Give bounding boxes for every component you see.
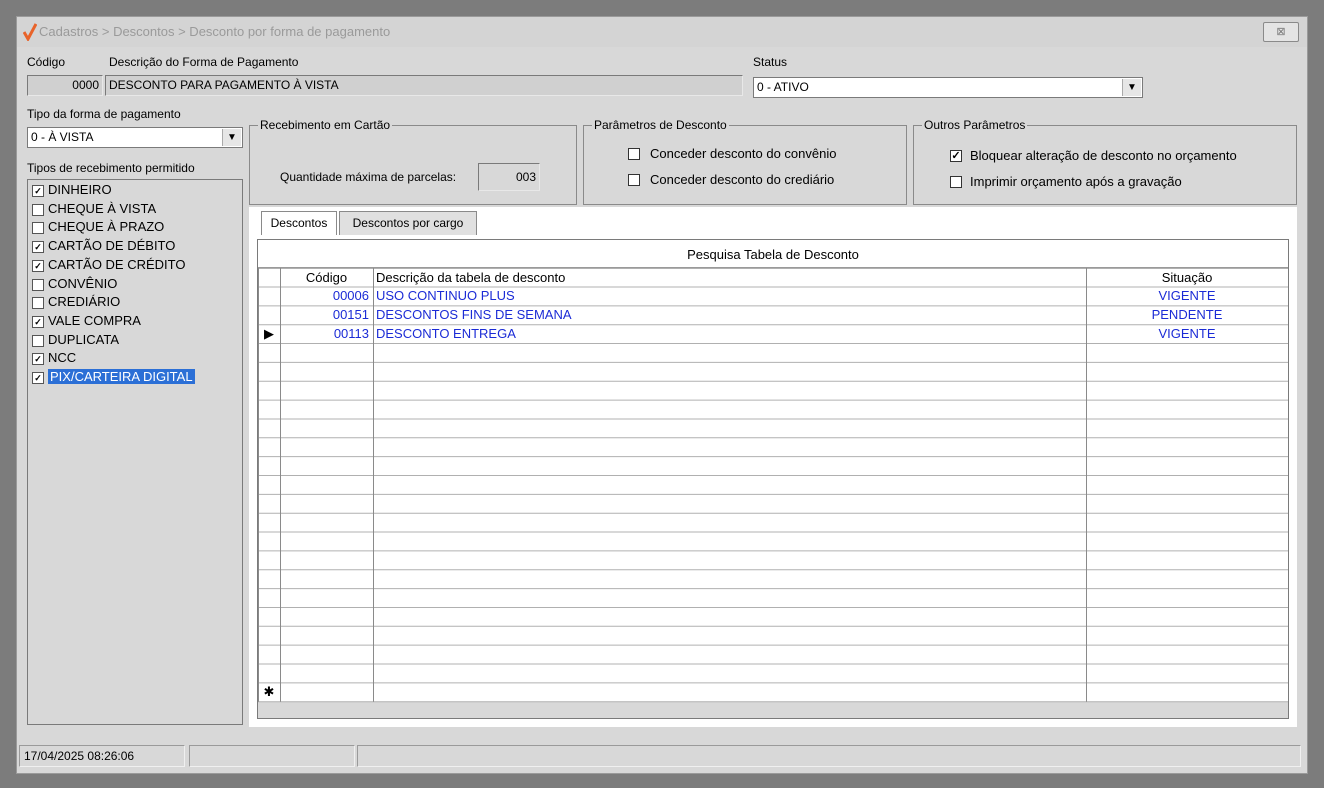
status-datetime: 17/04/2025 08:26:06	[19, 745, 185, 767]
breadcrumb: Cadastros > Descontos > Desconto por for…	[39, 24, 391, 39]
convenio-discount-checkbox[interactable]	[628, 148, 640, 160]
crediario-discount-checkbox[interactable]	[628, 174, 640, 186]
receipt-type-label: CONVÊNIO	[48, 275, 118, 291]
print-budget-label: Imprimir orçamento após a gravação	[970, 174, 1182, 189]
receipt-type-checkbox[interactable]	[32, 278, 44, 291]
close-button[interactable]: ⊠	[1263, 22, 1299, 42]
discount-params-group: Parâmetros de Desconto Conceder desconto…	[583, 118, 907, 205]
table-cell-situacao: VIGENTE	[1158, 325, 1216, 341]
descricao-field[interactable]: DESCONTO PARA PAGAMENTO À VISTA	[105, 75, 743, 96]
receipt-type-item[interactable]: ✓ CARTÃO DE DÉBITO	[30, 237, 240, 255]
receipt-type-checkbox[interactable]: ✓	[32, 372, 44, 384]
receipt-type-label: CREDIÁRIO	[48, 294, 121, 310]
status-panel-2	[189, 745, 355, 767]
table-cell-situacao: VIGENTE	[1158, 288, 1216, 303]
payment-type-label: Tipo da forma de pagamento	[27, 107, 181, 121]
new-row-indicator-icon: ✱	[263, 683, 275, 699]
codigo-label: Código	[27, 55, 66, 69]
title-bar: Cadastros > Descontos > Desconto por for…	[17, 17, 1307, 47]
receipt-type-label: DUPLICATA	[48, 331, 120, 347]
main-window: Cadastros > Descontos > Desconto por for…	[16, 16, 1308, 774]
chevron-down-icon[interactable]: ▼	[1122, 79, 1141, 96]
receipt-type-label: DINHEIRO	[48, 182, 112, 197]
receipt-type-checkbox[interactable]: ✓	[32, 353, 44, 366]
table-cell-descricao: USO CONTINUO PLUS	[376, 288, 515, 303]
receipt-type-item[interactable]: ✓ NCC	[30, 349, 240, 367]
discount-params-title: Parâmetros de Desconto	[592, 118, 729, 132]
current-row-indicator-icon: ▶	[264, 325, 274, 341]
receipt-type-item[interactable]: CHEQUE À VISTA	[30, 200, 240, 218]
table-cell-descricao: DESCONTOS FINS DE SEMANA	[376, 306, 572, 322]
status-select[interactable]: 0 - ATIVO ▼	[753, 77, 1143, 98]
discount-table-grid[interactable]: Pesquisa Tabela de Desconto Código Descri…	[257, 239, 1289, 719]
status-label: Status	[753, 55, 788, 69]
receipt-type-item[interactable]: ✓ VALE COMPRA	[30, 312, 240, 330]
receipt-type-label: PIX/CARTEIRA DIGITAL	[48, 369, 195, 384]
receipt-type-item[interactable]: CHEQUE À PRAZO	[30, 218, 240, 236]
payment-type-value: 0 - À VISTA	[31, 130, 94, 144]
receipt-type-checkbox[interactable]: ✓	[32, 185, 44, 197]
card-group: Recebimento em Cartão Quantidade máxima …	[249, 118, 577, 205]
descricao-label: Descrição do Forma de Pagamento	[109, 55, 299, 69]
tab-descontos[interactable]: Descontos	[261, 211, 337, 235]
max-installments-field[interactable]: 003	[478, 163, 540, 191]
receipt-type-checkbox[interactable]: ✓	[32, 259, 44, 272]
receipt-types-label: Tipos de recebimento permitido	[27, 161, 195, 175]
receipt-type-label: CHEQUE À VISTA	[48, 200, 157, 216]
receipt-type-checkbox[interactable]	[32, 334, 44, 347]
receipt-type-label: CHEQUE À PRAZO	[48, 219, 165, 235]
grid-title: Pesquisa Tabela de Desconto	[258, 240, 1288, 268]
chevron-down-icon[interactable]: ▼	[222, 129, 241, 146]
receipt-type-checkbox[interactable]	[32, 222, 44, 235]
table-cell-codigo: 00006	[332, 288, 369, 303]
block-discount-change-label: Bloquear alteração de desconto no orçame…	[970, 148, 1237, 163]
receipt-type-label: CARTÃO DE CRÉDITO	[48, 256, 186, 272]
column-header-situacao: Situação	[1161, 270, 1213, 285]
table-cell-codigo: 00151	[332, 306, 369, 322]
table-cell-descricao: DESCONTO ENTREGA	[376, 325, 516, 341]
other-params-title: Outros Parâmetros	[922, 118, 1028, 132]
receipt-type-label: NCC	[48, 350, 77, 366]
other-params-group: Outros Parâmetros ✓ Bloquear alteração d…	[913, 118, 1297, 205]
convenio-discount-label: Conceder desconto do convênio	[650, 146, 837, 161]
print-budget-checkbox[interactable]	[950, 176, 962, 188]
tab-descontos-por-cargo[interactable]: Descontos por cargo	[339, 211, 477, 235]
status-panel-3	[357, 745, 1301, 767]
receipt-type-checkbox[interactable]: ✓	[32, 315, 44, 328]
receipt-type-label: VALE COMPRA	[48, 312, 141, 328]
receipt-type-item[interactable]: DUPLICATA	[30, 331, 240, 349]
receipt-type-item[interactable]: CREDIÁRIO	[30, 293, 240, 311]
status-select-value: 0 - ATIVO	[757, 80, 809, 94]
receipt-type-item[interactable]: ✓ PIX/CARTEIRA DIGITAL	[30, 368, 240, 386]
receipt-type-item[interactable]: ✓ DINHEIRO	[30, 181, 240, 199]
block-discount-change-checkbox[interactable]: ✓	[950, 150, 962, 162]
receipt-type-checkbox[interactable]	[32, 297, 44, 310]
receipt-type-checkbox[interactable]	[32, 203, 44, 216]
receipt-type-item[interactable]: CONVÊNIO	[30, 275, 240, 293]
receipt-type-item[interactable]: ✓ CARTÃO DE CRÉDITO	[30, 256, 240, 274]
card-group-title: Recebimento em Cartão	[258, 118, 393, 132]
codigo-field[interactable]: 0000	[27, 75, 103, 96]
crediario-discount-label: Conceder desconto do crediário	[650, 172, 835, 187]
table-cell-situacao: PENDENTE	[1151, 306, 1223, 322]
table-cell-codigo: 00113	[333, 325, 369, 341]
column-header-codigo: Código	[305, 270, 348, 285]
max-installments-label: Quantidade máxima de parcelas:	[280, 170, 457, 184]
payment-type-select[interactable]: 0 - À VISTA ▼	[27, 127, 243, 148]
checkmark-logo-icon	[23, 23, 37, 41]
receipt-type-label: CARTÃO DE DÉBITO	[48, 238, 176, 254]
grid-empty-area	[258, 701, 1288, 718]
receipt-type-checkbox[interactable]: ✓	[32, 241, 44, 254]
receipt-types-list[interactable]: ✓ DINHEIRO CHEQUE À VISTA CHEQUE À PRAZO ✓ CA…	[27, 179, 243, 725]
column-header-descricao: Descrição da tabela de desconto	[376, 270, 566, 285]
